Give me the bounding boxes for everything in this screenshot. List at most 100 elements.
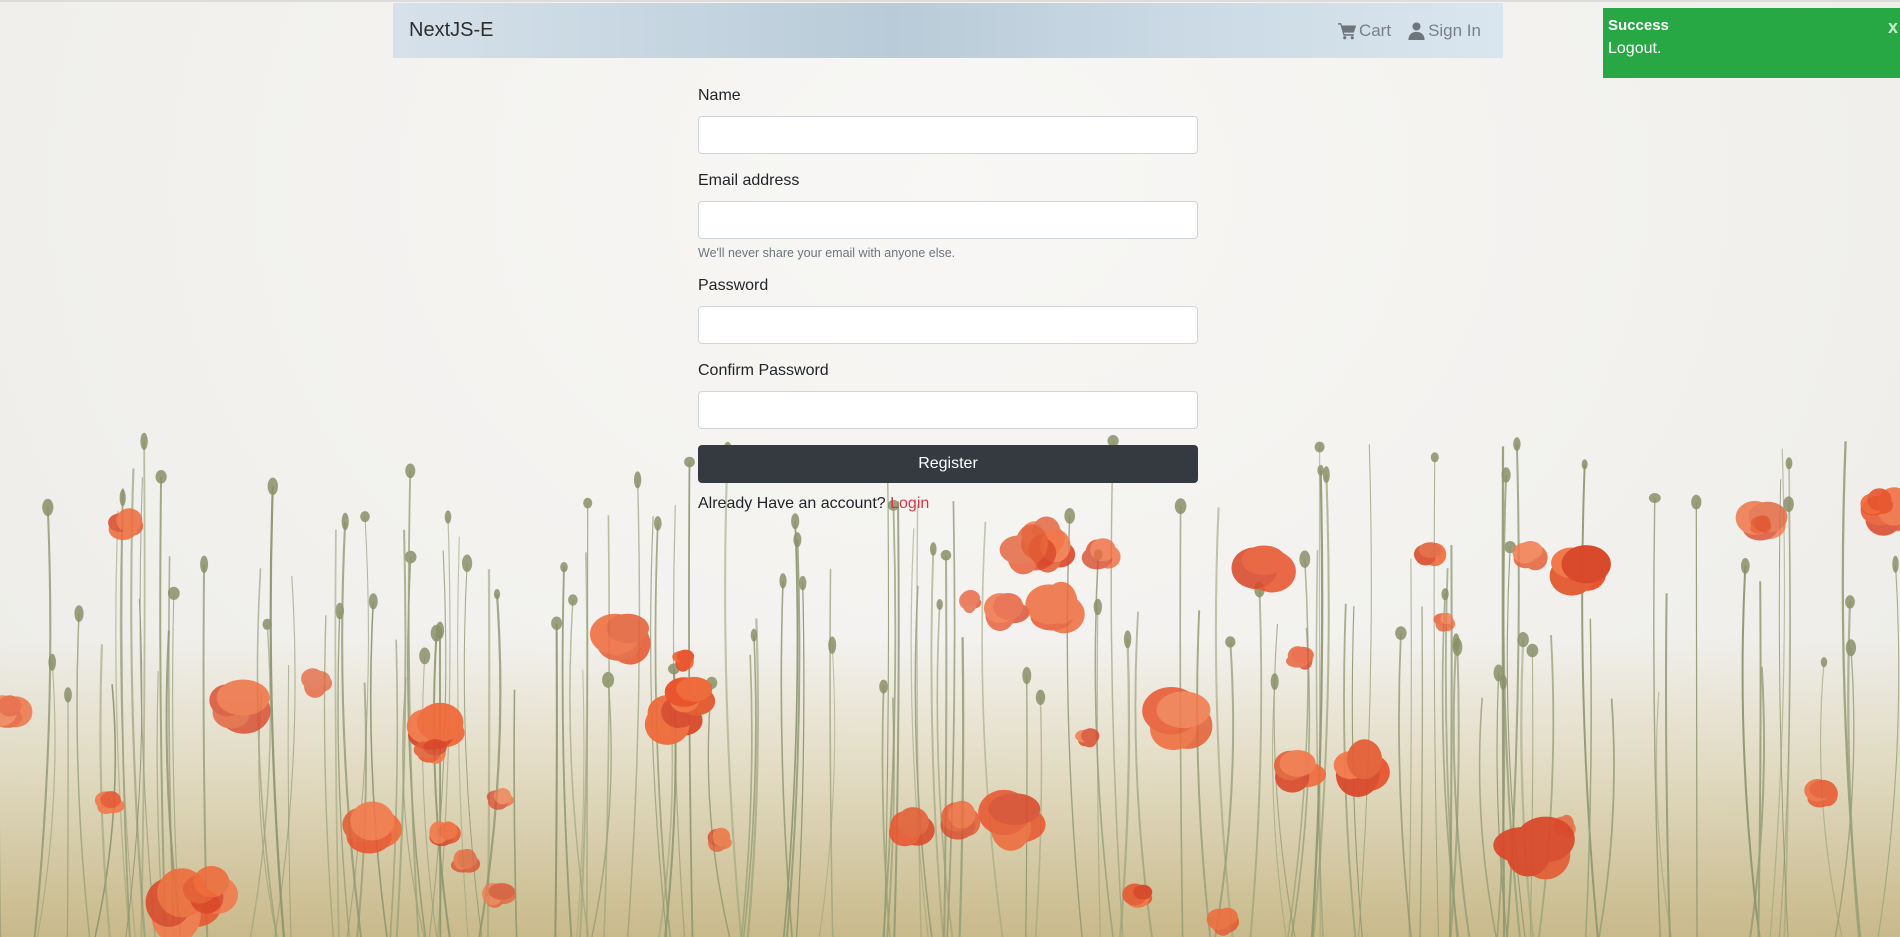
signin-label: Sign In <box>1428 20 1481 40</box>
already-text: Already Have an account? <box>698 495 886 512</box>
flower-bud <box>602 671 615 688</box>
flower-stem <box>76 613 91 937</box>
cart-link[interactable]: Cart <box>1337 20 1392 41</box>
flower-bud <box>1022 667 1032 685</box>
poppy-flower <box>707 827 732 852</box>
flower-stem <box>258 692 278 937</box>
flower-bud <box>828 636 837 654</box>
register-button[interactable]: Register <box>698 445 1198 483</box>
poppy-flower <box>429 821 461 847</box>
flower-bud <box>493 589 501 600</box>
poppy-flower <box>978 789 1046 851</box>
flower-stem <box>1478 697 1497 937</box>
flower-stem <box>33 507 52 937</box>
login-link[interactable]: Login <box>890 495 929 512</box>
user-icon <box>1408 21 1425 40</box>
flower-bud <box>791 513 800 530</box>
flower-stem <box>916 505 922 937</box>
brand-logo[interactable]: NextJS-E <box>409 19 493 42</box>
flower-stem <box>1537 635 1555 937</box>
flower-bud <box>560 562 568 573</box>
flower-stem <box>341 521 363 937</box>
toast-message: Logout. <box>1608 40 1662 57</box>
flower-bud <box>930 542 937 556</box>
password-input[interactable] <box>698 306 1198 344</box>
poppy-flower <box>1333 739 1390 797</box>
confirm-password-input[interactable] <box>698 391 1198 429</box>
flower-bud <box>1513 437 1521 451</box>
flower-bud <box>404 550 417 564</box>
cart-label: Cart <box>1358 20 1392 40</box>
poppy-flower <box>1142 687 1213 751</box>
poppy-flower <box>482 882 516 908</box>
poppy-flower <box>983 593 1030 631</box>
poppy-flower <box>940 800 981 840</box>
poppy-flower <box>1081 538 1121 570</box>
poppy-flower <box>1735 500 1788 541</box>
nav-links: Cart Sign In <box>1337 20 1481 41</box>
cart-icon <box>1337 22 1357 39</box>
poppy-flower <box>108 508 144 541</box>
name-group: Name <box>698 85 1198 154</box>
register-form: Name Email address We'll never share you… <box>698 85 1198 513</box>
flower-stem <box>1287 559 1309 937</box>
flower-bud <box>1785 457 1793 470</box>
poppy-flower <box>1433 612 1456 632</box>
flower-stem <box>1196 610 1212 937</box>
flower-bud <box>583 497 593 509</box>
flower-stem <box>120 488 131 937</box>
flower-stem <box>981 521 1004 937</box>
poppy-flower <box>959 590 982 614</box>
flower-stem <box>1581 464 1599 937</box>
poppy-flower <box>1549 545 1611 596</box>
flower-bud <box>1317 464 1324 476</box>
poppy-flower <box>1512 541 1548 571</box>
poppy-flower <box>1122 883 1153 908</box>
flower-bud <box>267 477 278 495</box>
email-label: Email address <box>698 172 800 189</box>
flower-stem <box>561 567 573 937</box>
flower-bud <box>793 532 802 548</box>
flower-bud <box>435 621 445 640</box>
flower-bud <box>1270 673 1279 690</box>
flower-bud <box>654 516 662 531</box>
flower-stem <box>1249 589 1263 937</box>
flower-bud <box>940 549 952 561</box>
flower-stem <box>463 563 483 937</box>
poppy-flower <box>1804 779 1838 808</box>
flower-bud <box>799 575 807 591</box>
poppy-flower <box>209 679 271 734</box>
email-input[interactable] <box>698 201 1198 239</box>
flower-bud <box>1314 441 1325 453</box>
flower-stem <box>1877 564 1900 937</box>
poppy-flower <box>486 788 514 810</box>
flower-bud <box>779 573 787 589</box>
flower-stem <box>159 476 167 937</box>
flower-bud <box>462 554 473 573</box>
poppy-flower <box>0 695 33 728</box>
signin-link[interactable]: Sign In <box>1407 21 1481 41</box>
poppy-flower <box>1413 542 1447 567</box>
password-group: Password <box>698 275 1198 344</box>
flower-stem <box>66 694 69 937</box>
flower-stem <box>958 637 965 937</box>
name-input[interactable] <box>698 116 1198 154</box>
flower-stem <box>1452 642 1471 937</box>
flower-bud <box>1093 598 1103 616</box>
toast-close-button[interactable]: x <box>1888 17 1898 38</box>
flower-bud <box>167 586 180 600</box>
flower-bud <box>568 594 578 606</box>
poppy-flower <box>1231 545 1296 593</box>
flower-bud <box>200 555 209 573</box>
flower-bud <box>360 511 370 523</box>
flower-bud <box>444 510 452 524</box>
flower-stem <box>274 575 296 937</box>
flower-bud <box>405 463 416 479</box>
flower-stem <box>1066 515 1083 937</box>
flower-bud <box>684 456 695 468</box>
flower-bud <box>341 512 349 531</box>
poppy-flower <box>342 801 402 854</box>
poppy-flower <box>889 807 935 847</box>
flower-bud <box>140 432 148 450</box>
flower-bud <box>64 687 72 703</box>
